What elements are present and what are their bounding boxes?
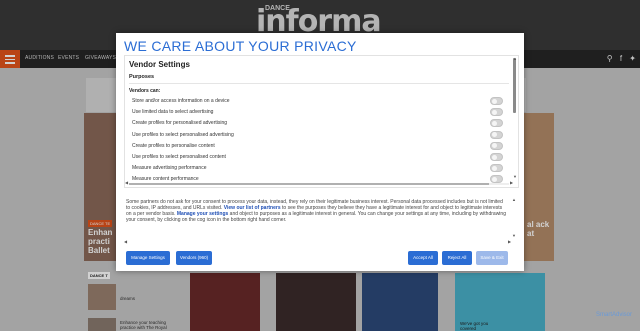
purpose-toggle[interactable] [490, 108, 503, 117]
purpose-toggle[interactable] [490, 97, 503, 105]
vendor-settings-panel[interactable]: Vendor Settings Purposes Vendors can: St… [124, 55, 519, 188]
purpose-label: Store and/or access information on a dev… [132, 98, 230, 104]
purposes-label: Purposes [129, 74, 509, 84]
vendor-settings-title: Vendor Settings [129, 60, 190, 69]
purpose-label: Create profiles for personalised adverti… [132, 120, 228, 127]
purpose-toggle[interactable] [490, 153, 503, 161]
page: informa DANCE AUDITIONS EVENTS GIVEAWAYS… [0, 0, 640, 331]
vendors-can-label: Vendors can: [129, 88, 161, 94]
purpose-label: Use profiles to select personalised cont… [132, 154, 226, 160]
scroll-down-icon[interactable]: ▼ [513, 174, 517, 179]
purpose-toggle[interactable] [490, 119, 503, 128]
vendors-button[interactable]: Vendors (960) [176, 251, 212, 265]
accept-all-button[interactable]: Accept All [408, 251, 438, 265]
purpose-row: Store and/or access information on a dev… [131, 96, 503, 107]
dialog-title: WE CARE ABOUT YOUR PRIVACY [124, 38, 357, 54]
info-scroll-left-icon[interactable]: ◀ [124, 239, 127, 244]
purpose-row: Measure advertising performance [131, 163, 503, 174]
horizontal-scrollbar[interactable] [129, 183, 509, 185]
manage-settings-button[interactable]: Manage Settings [126, 251, 170, 265]
save-exit-button[interactable]: Save & Exit [476, 251, 508, 265]
watermark: SmartAdvisor [595, 312, 632, 318]
purpose-label: Create profiles to personalise content [132, 142, 215, 149]
purpose-row: Use profiles to select personalised cont… [131, 152, 503, 163]
purpose-toggle[interactable] [490, 130, 503, 139]
purpose-label: Measure advertising performance [132, 165, 207, 172]
info-text: Some partners do not ask for your consen… [126, 199, 506, 223]
purpose-row: Use limited data to select advertising [131, 107, 503, 118]
purpose-row: Understand audiences through statistics … [131, 186, 503, 187]
panel-scrollbar[interactable] [513, 58, 516, 113]
purpose-row: Create profiles to personalise content [131, 141, 503, 152]
info-scroll-down-icon[interactable]: ▼ [512, 233, 516, 238]
privacy-dialog: WE CARE ABOUT YOUR PRIVACY Vendor Settin… [116, 33, 524, 271]
scroll-up-icon[interactable]: ▲ [513, 56, 517, 61]
purpose-toggle[interactable] [490, 141, 503, 150]
scroll-right-icon[interactable]: ▶ [510, 180, 513, 185]
info-scroll-right-icon[interactable]: ▶ [508, 239, 511, 244]
purpose-label: Use profiles to select personalised adve… [132, 131, 234, 138]
purpose-toggle[interactable] [490, 186, 503, 187]
purpose-toggle[interactable] [490, 164, 503, 173]
reject-all-button[interactable]: Reject All [442, 251, 472, 265]
purpose-label: Use limited data to select advertising [132, 109, 214, 116]
purpose-row: Create profiles for personalised adverti… [131, 118, 503, 129]
info-scroll-up-icon[interactable]: ▲ [512, 197, 516, 202]
purpose-label: Measure content performance [132, 176, 199, 183]
scroll-left-icon[interactable]: ◀ [125, 180, 128, 185]
purpose-row: Use profiles to select personalised adve… [131, 130, 503, 141]
